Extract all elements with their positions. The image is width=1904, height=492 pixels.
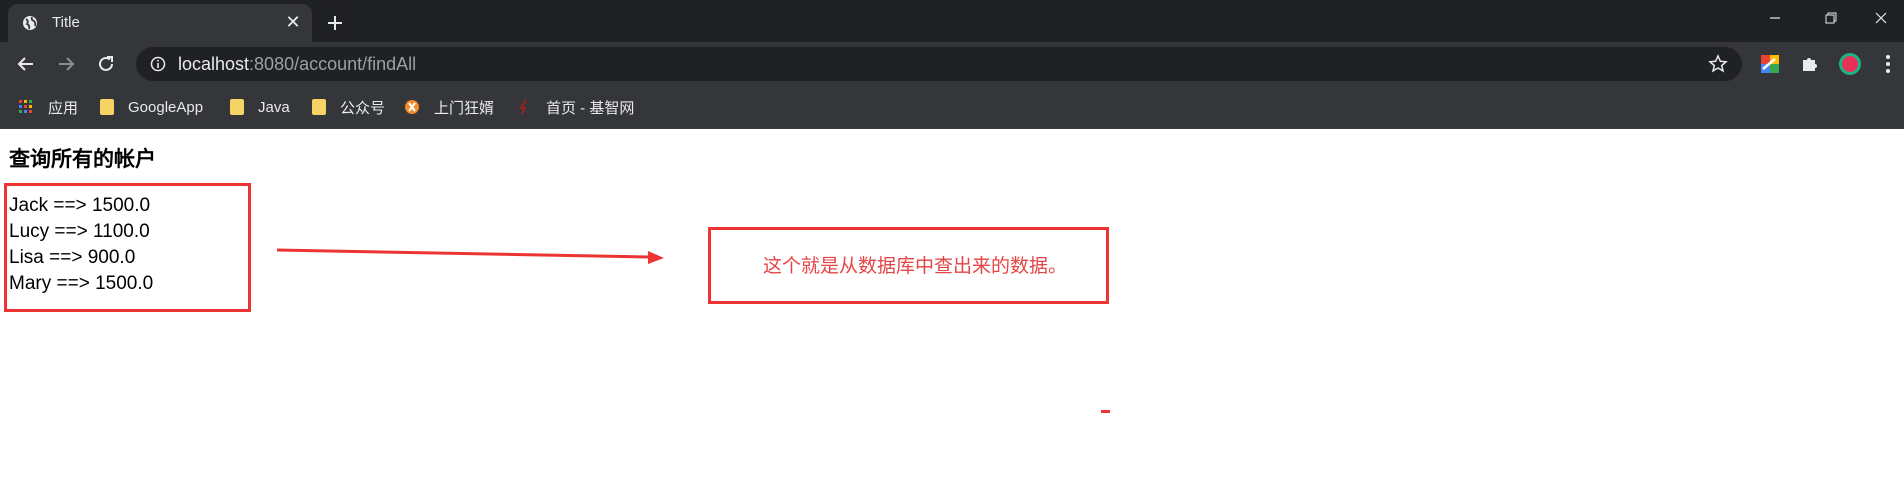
forward-button[interactable] [52, 50, 80, 78]
bookmark-label: 应用 [48, 99, 79, 117]
bookmark-homepage[interactable]: 首页 - 基智网 [516, 96, 634, 118]
browser-menu-button[interactable] [1874, 50, 1902, 78]
window-close-icon [1875, 12, 1887, 24]
apps-icon [19, 100, 32, 113]
tab-strip: Title ✕ [0, 0, 1904, 42]
extensions-menu-button[interactable] [1796, 50, 1824, 78]
forward-icon [59, 57, 75, 71]
window-close-button[interactable] [1858, 0, 1904, 36]
minimize-icon [1770, 17, 1780, 19]
globe-icon [23, 16, 37, 30]
plus-icon [328, 16, 342, 30]
bookmark-java[interactable]: Java [230, 96, 290, 118]
bookmark-googleapp[interactable]: GoogleApp [100, 96, 203, 118]
puzzle-icon [1803, 58, 1817, 71]
browser-toolbar: localhost:8080/account/findAll [0, 42, 1904, 86]
annotation-arrow [276, 248, 664, 264]
back-button[interactable] [12, 50, 40, 78]
new-tab-button[interactable] [318, 6, 352, 40]
annotation-text: 这个就是从数据库中查出来的数据。 [763, 255, 1068, 277]
extension-icon [1761, 55, 1779, 73]
bookmark-label: 上门狂婿 [434, 99, 495, 117]
profile-button[interactable] [1836, 50, 1864, 78]
star-icon[interactable] [1708, 54, 1728, 74]
bookmark-novel[interactable]: 上门狂婿 [404, 96, 494, 118]
info-icon[interactable] [150, 56, 166, 72]
restore-button[interactable] [1808, 0, 1854, 36]
extension-button[interactable] [1756, 50, 1784, 78]
bookmark-label: 公众号 [340, 99, 386, 117]
close-icon[interactable]: ✕ [282, 12, 304, 34]
tab-title: Title [52, 14, 80, 31]
site-logo-icon [519, 99, 527, 115]
menu-icon [1886, 55, 1890, 73]
address-bar[interactable]: localhost:8080/account/findAll [136, 47, 1742, 81]
folder-icon [230, 99, 244, 115]
bookmark-label: GoogleApp [128, 98, 204, 116]
profile-icon [1839, 53, 1861, 75]
back-icon [17, 57, 33, 71]
highlight-box [4, 183, 251, 312]
bookmark-label: Java [258, 98, 290, 116]
stray-mark [1101, 410, 1110, 413]
folder-icon [312, 99, 326, 115]
site-logo-icon [405, 100, 419, 114]
reload-button[interactable] [92, 50, 120, 78]
bookmark-label: 首页 - 基智网 [546, 99, 635, 117]
minimize-button[interactable] [1752, 0, 1798, 36]
page-title: 查询所有的帐户 [9, 147, 156, 171]
bookmarks-bar: 应用 GoogleApp Java 公众号 上门狂婿 首页 - 基智网 [0, 86, 1904, 129]
url-text: localhost:8080/account/findAll [178, 54, 417, 74]
bookmark-official-account[interactable]: 公众号 [312, 96, 385, 118]
tab-active[interactable]: Title ✕ [8, 4, 312, 42]
folder-icon [100, 99, 114, 115]
reload-icon [99, 56, 113, 71]
bookmark-apps[interactable]: 应用 [18, 96, 78, 118]
restore-icon [1825, 12, 1837, 24]
